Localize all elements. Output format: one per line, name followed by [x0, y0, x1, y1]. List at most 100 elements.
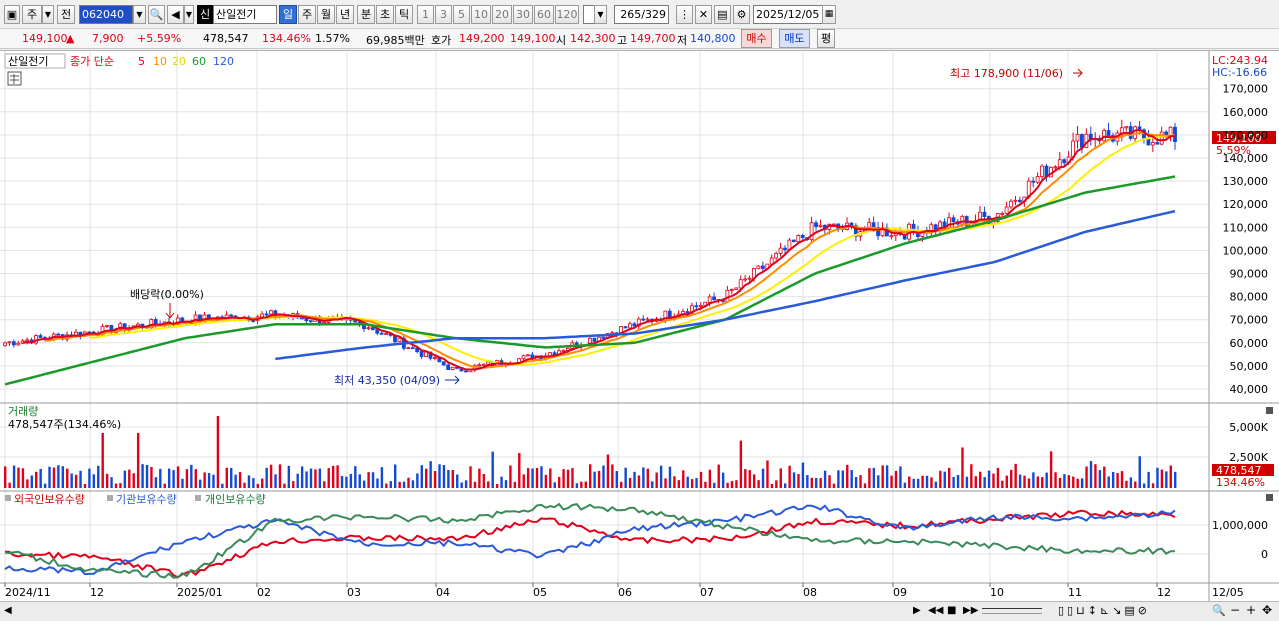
volume-bar — [766, 460, 769, 488]
volume-bar — [150, 467, 153, 488]
period-day[interactable]: 일 — [279, 5, 297, 24]
count-field[interactable]: 265/329 — [614, 5, 669, 24]
volume-bar — [367, 472, 370, 488]
rewind-icon[interactable]: ◀◀ — [928, 605, 943, 616]
scroll-right-icon[interactable]: ▶ — [913, 605, 921, 616]
move-icon[interactable]: ✥ — [1262, 603, 1272, 617]
count-value: 265 — [620, 8, 642, 21]
stop-icon[interactable]: ■ — [947, 605, 956, 616]
interval-1[interactable]: 1 — [417, 5, 434, 24]
volume-bar — [544, 474, 548, 488]
prev-button[interactable]: 전 — [57, 5, 75, 24]
volume-bar — [57, 465, 60, 488]
volume-bar — [1001, 480, 1004, 488]
save-icon[interactable]: ▤ — [714, 5, 731, 24]
chevron-down-icon[interactable]: ▼ — [42, 5, 54, 24]
volume-bar — [495, 483, 499, 488]
buy-button[interactable]: 매수 — [741, 29, 772, 48]
volume-bar — [730, 481, 734, 488]
period-minute[interactable]: 분 — [357, 5, 375, 24]
volume-bar — [154, 477, 158, 488]
volume-bar — [748, 470, 751, 488]
period-second[interactable]: 초 — [376, 5, 394, 24]
chevron-down-icon[interactable]: ▼ — [594, 5, 607, 24]
interval-60[interactable]: 60 — [534, 5, 554, 24]
grid-icon[interactable]: ⋮ — [676, 5, 693, 24]
volume-bar — [854, 477, 858, 488]
volume-bar — [752, 474, 756, 488]
candle-body — [464, 370, 468, 373]
volume-bar — [216, 416, 220, 488]
candle-body — [1075, 134, 1080, 142]
date-input[interactable]: 2025/12/05 — [753, 5, 823, 24]
interval-30[interactable]: 30 — [513, 5, 533, 24]
period-week[interactable]: 주 — [298, 5, 316, 24]
volume-bar — [225, 467, 228, 488]
zoom-out-icon[interactable]: − — [1230, 603, 1240, 617]
candle-body — [645, 318, 650, 321]
stock-name-field[interactable]: 산일전기 — [213, 5, 277, 24]
volume-bar — [522, 474, 525, 488]
interval-120[interactable]: 120 — [555, 5, 579, 24]
interval-20[interactable]: 20 — [492, 5, 512, 24]
calendar-icon[interactable]: ▦ — [822, 5, 836, 24]
volume-bar — [628, 477, 632, 488]
volume-bar — [1045, 472, 1048, 488]
volume-bar — [61, 466, 65, 488]
speaker-icon[interactable]: ◀ — [167, 5, 184, 24]
open-label: 시 — [556, 34, 567, 47]
zoom-icon[interactable]: 🔍 — [1212, 604, 1226, 617]
x-tick-label: 2025/01 — [177, 586, 223, 599]
volume-bar — [1103, 466, 1106, 488]
candle-body — [641, 318, 646, 321]
candle-body — [747, 277, 752, 280]
volume-bar — [943, 471, 946, 488]
interval-5[interactable]: 5 — [453, 5, 470, 24]
quote-bar: 149,100 ▲ 7,900 +5.59% 478,547 134.46% 1… — [0, 29, 1279, 49]
chevron-down-icon[interactable]: ▼ — [184, 5, 194, 24]
cross-icon[interactable]: ✕ — [695, 5, 712, 24]
zoom-slider[interactable] — [982, 608, 1042, 614]
scroll-bar[interactable]: ◀ ▶ ◀◀ ■ ▶▶ ▯▯⊔↕⊾↘▤⊘ 🔍 − + ✥ — [0, 601, 1279, 621]
sell-button[interactable]: 매도 — [779, 29, 810, 48]
scroll-left-icon[interactable]: ◀ — [4, 605, 12, 616]
volume-bar — [145, 464, 149, 488]
search-icon[interactable]: 🔍 — [148, 5, 165, 24]
chevron-down-icon[interactable]: ▼ — [133, 5, 146, 24]
candle-body — [743, 278, 748, 281]
holding-close-icon[interactable] — [1266, 494, 1273, 501]
volume-bar — [863, 483, 867, 488]
volume-bar — [425, 468, 428, 488]
zoom-in-icon[interactable]: + — [1246, 603, 1256, 617]
candle-body — [1133, 126, 1138, 139]
volume-bar — [420, 465, 423, 488]
eval-button[interactable]: 평 — [817, 29, 835, 48]
tool-icons[interactable]: ▯▯⊔↕⊾↘▤⊘ — [1058, 604, 1150, 617]
candle-body — [783, 247, 787, 251]
volume-bar — [1054, 472, 1057, 488]
candle-body — [25, 339, 30, 342]
volume-bar — [859, 475, 862, 488]
period-select[interactable]: 주 — [22, 5, 42, 24]
period-tick[interactable]: 틱 — [395, 5, 413, 24]
volume-bar — [292, 481, 295, 488]
candle-body — [1017, 199, 1022, 202]
volume-bar — [659, 465, 663, 488]
interval-3[interactable]: 3 — [435, 5, 452, 24]
volume-close-icon[interactable] — [1266, 407, 1273, 414]
window-icon[interactable]: ▣ — [4, 5, 20, 24]
gear-icon[interactable]: ⚙ — [733, 5, 750, 24]
interval-10[interactable]: 10 — [471, 5, 491, 24]
candle-body — [627, 323, 632, 329]
chart-area[interactable]: 산일전기 종가 단순 5 10 20 60 120 LC:243.94 HC:-… — [0, 50, 1279, 602]
volume-bar — [199, 479, 202, 488]
period-year[interactable]: 년 — [336, 5, 354, 24]
volume-bar — [70, 473, 73, 488]
forward-icon[interactable]: ▶▶ — [963, 605, 978, 616]
code-input[interactable]: 062040 — [79, 5, 133, 24]
volume-bar — [877, 475, 880, 488]
candle-body — [419, 351, 424, 357]
period-month[interactable]: 월 — [317, 5, 335, 24]
volume-bar — [562, 469, 565, 488]
candle-body — [1155, 142, 1160, 145]
